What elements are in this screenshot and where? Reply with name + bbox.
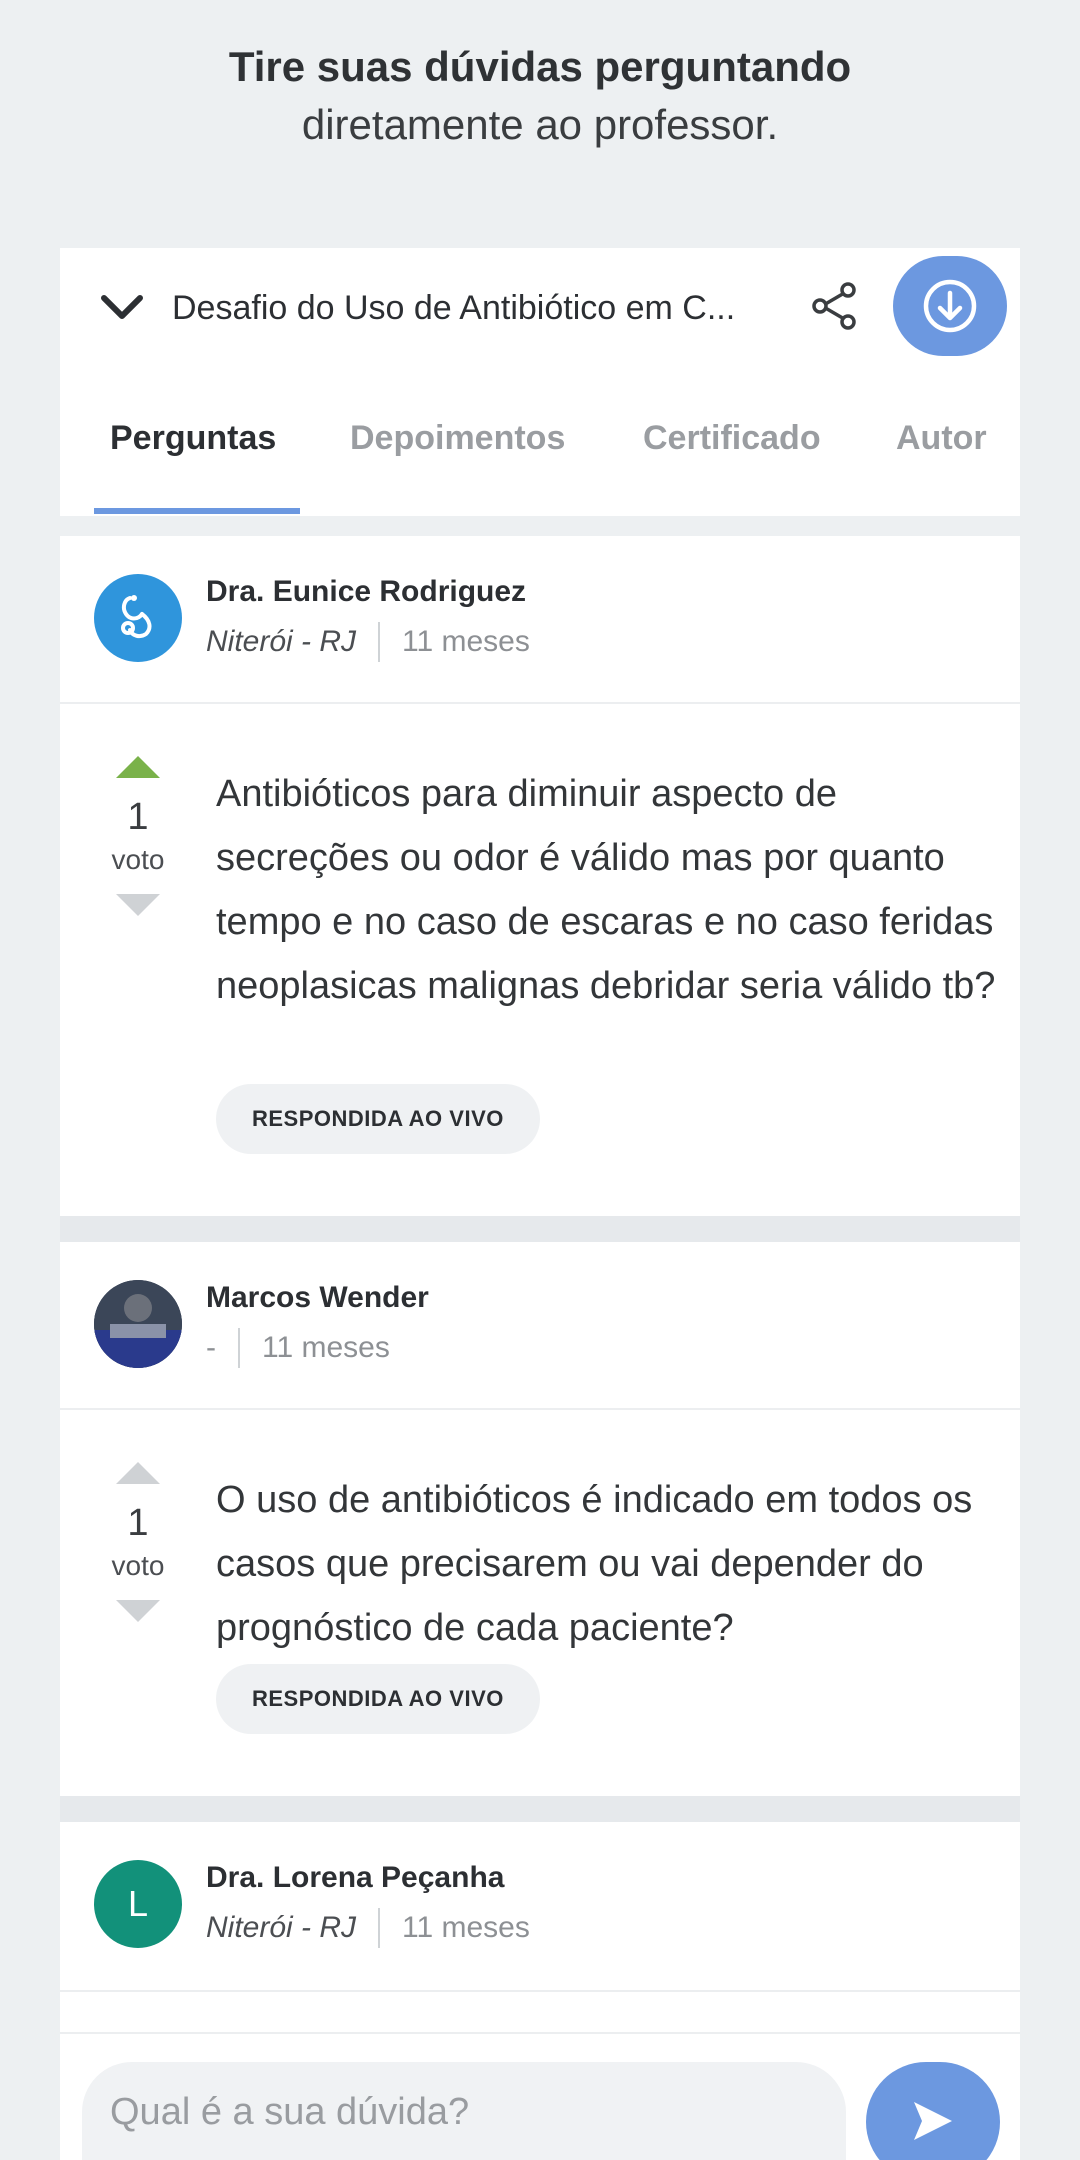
tab-certificado[interactable]: Certificado [643,398,821,478]
promo-title: Tire suas dúvidas perguntando [228,43,852,90]
course-header: Desafio do Uso de Antibiótico em C... Pe… [60,248,1020,516]
avatar [94,574,182,662]
stethoscope-icon [121,595,152,639]
chevron-down-icon[interactable] [98,288,146,328]
vote-label: voto [111,1550,165,1581]
tab-perguntas[interactable]: Perguntas [110,398,276,478]
meta-divider [238,1328,240,1368]
post-time: 11 meses [262,1331,390,1364]
tab-depoimentos[interactable]: Depoimentos [350,398,565,478]
author-meta: - 11 meses [206,1328,390,1368]
download-button[interactable] [893,256,1007,356]
author-location: - [206,1331,216,1364]
avatar: L [94,1860,182,1948]
arrow-up-icon[interactable] [116,1462,160,1484]
course-title-bar: Desafio do Uso de Antibiótico em C... [60,248,1020,368]
author-row: Dra. Eunice Rodriguez Niterói - RJ 11 me… [60,536,1020,704]
share-icon[interactable] [808,280,860,332]
arrow-up-icon[interactable] [116,756,160,778]
author-row: Marcos Wender - 11 meses [60,1242,1020,1410]
question-card: Marcos Wender - 11 meses 1 voto O uso de… [60,1242,1020,1796]
vote-count: 1 [127,796,149,838]
arrow-down-icon[interactable] [116,894,160,916]
tab-autor[interactable]: Autor [896,398,987,478]
meta-divider [378,622,381,662]
post-time: 11 meses [402,1911,530,1944]
author-row: L Dra. Lorena Peçanha Niterói - RJ 11 me… [60,1822,1020,1992]
vote-label: voto [111,844,165,875]
card-divider [60,1796,1020,1822]
question-composer: Qual é a sua dúvida? [60,2032,1020,2160]
promo-subtitle: diretamente ao professor. [301,101,779,148]
question-body: 1 voto O uso de antibióticos é indicado … [60,1412,1020,1796]
avatar-letter: L [127,1883,149,1924]
send-icon [914,2102,952,2140]
vote-column: 1 voto [60,756,216,916]
question-text: Antibióticos para diminuir aspecto de se… [216,773,996,1007]
course-title[interactable]: Desafio do Uso de Antibiótico em C... [172,284,735,332]
send-button[interactable] [866,2062,1000,2160]
author-name[interactable]: Marcos Wender [206,1278,429,1318]
avatar [94,1280,182,1368]
question-card: L Dra. Lorena Peçanha Niterói - RJ 11 me… [60,1822,1020,2032]
post-time: 11 meses [402,625,530,658]
author-location: Niterói - RJ [206,1911,357,1944]
active-tab-indicator [94,508,300,514]
promo-header: Tire suas dúvidas perguntando diretament… [0,38,1080,154]
profile-photo [94,1280,182,1368]
author-location: Niterói - RJ [206,625,357,658]
question-body: 1 voto Antibióticos para diminuir aspect… [60,706,1020,1216]
tab-bar: Perguntas Depoimentos Certificado Autor [60,398,1020,516]
answered-live-badge: RESPONDIDA AO VIVO [216,1664,540,1734]
author-meta: Niterói - RJ 11 meses [206,622,530,662]
download-icon [923,279,977,333]
arrow-down-icon[interactable] [116,1600,160,1622]
vote-count: 1 [127,1502,149,1544]
question-text: O uso de antibióticos é indicado em todo… [216,1479,973,1649]
author-name[interactable]: Dra. Eunice Rodriguez [206,572,526,612]
card-divider [60,1216,1020,1242]
author-meta: Niterói - RJ 11 meses [206,1908,530,1948]
vote-column: 1 voto [60,1462,216,1622]
meta-divider [378,1908,381,1948]
answered-live-badge: RESPONDIDA AO VIVO [216,1084,540,1154]
question-input[interactable]: Qual é a sua dúvida? [82,2062,846,2160]
question-card: Dra. Eunice Rodriguez Niterói - RJ 11 me… [60,536,1020,1216]
author-name[interactable]: Dra. Lorena Peçanha [206,1858,504,1898]
